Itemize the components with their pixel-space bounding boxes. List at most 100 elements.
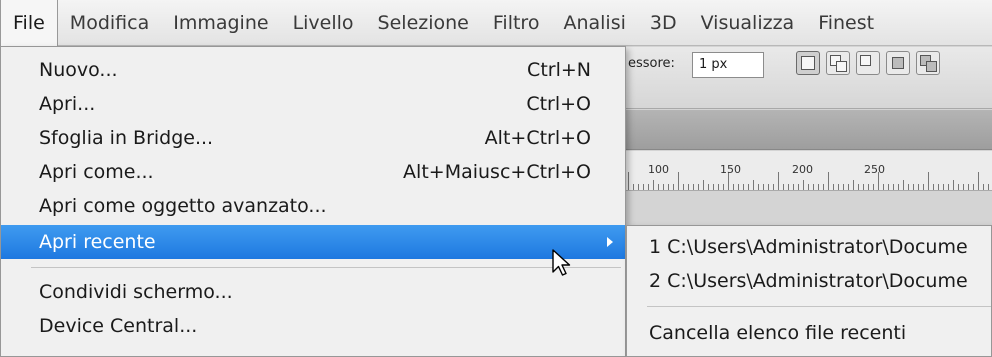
ruler-tick (683, 184, 684, 190)
mouse-pointer-icon (552, 249, 571, 276)
menu-item-label: Sfoglia in Bridge... (39, 127, 214, 149)
stroke-width-input[interactable]: 1 px (692, 52, 764, 78)
menu-item-apri-recente[interactable]: Apri recente (1, 225, 625, 259)
menu-file[interactable]: File (0, 0, 58, 46)
recent-file-label: 1 C:\Users\Administrator\Docume (649, 236, 968, 258)
menu-item-shortcut: Alt+Ctrl+O (484, 127, 591, 149)
menu-visualizza[interactable]: Visualizza (689, 0, 807, 46)
file-menu: Nuovo... Ctrl+N Apri... Ctrl+O Sfoglia i… (0, 46, 626, 357)
menu-item-label: Device Central... (39, 315, 198, 337)
ruler-tick (928, 172, 929, 190)
menu-item-apri[interactable]: Apri... Ctrl+O (1, 87, 625, 121)
ruler-tick (633, 184, 634, 190)
ruler-tick (863, 184, 864, 190)
menu-separator (647, 306, 991, 307)
ruler-tick (763, 184, 764, 190)
ruler-tick (643, 184, 644, 190)
menu-item-label: Apri recente (39, 231, 156, 253)
ruler-tick (738, 184, 739, 190)
ruler-tick (908, 184, 909, 190)
recent-files-submenu: 1 C:\Users\Administrator\Docume 2 C:\Use… (626, 225, 992, 357)
ruler-tick (678, 172, 679, 190)
ruler-tick (923, 184, 924, 190)
menu-filtro[interactable]: Filtro (481, 0, 552, 46)
menu-3d[interactable]: 3D (638, 0, 689, 46)
ruler-tick (658, 184, 659, 190)
ruler-tick (913, 184, 914, 190)
ruler-tick (723, 184, 724, 190)
menu-item-shortcut: Alt+Maiusc+Ctrl+O (403, 161, 591, 183)
ruler-label: 150 (720, 163, 741, 176)
menu-livello[interactable]: Livello (281, 0, 366, 46)
ruler-tick (733, 184, 734, 190)
ruler-tick (778, 172, 779, 190)
ruler-tick (973, 184, 974, 190)
ruler-tick (753, 180, 754, 190)
menu-finestra[interactable]: Finest (806, 0, 886, 46)
ruler-tick (788, 184, 789, 190)
ruler-tick (628, 172, 629, 190)
ruler-tick (653, 180, 654, 190)
ruler-tick (918, 184, 919, 190)
ruler-tick (773, 184, 774, 190)
ruler-tick (903, 180, 904, 190)
menu-selezione[interactable]: Selezione (366, 0, 481, 46)
add-to-shape-icon[interactable] (826, 51, 850, 75)
ruler-tick (843, 184, 844, 190)
ruler-tick (718, 184, 719, 190)
ruler-tick (808, 184, 809, 190)
ruler-tick (713, 184, 714, 190)
ruler-tick (853, 180, 854, 190)
ruler-tick (848, 184, 849, 190)
menu-item-label: Apri... (39, 93, 96, 115)
submenu-arrow-icon (607, 237, 613, 247)
ruler-tick (873, 184, 874, 190)
ruler-tick (793, 184, 794, 190)
intersect-shape-icon[interactable] (886, 51, 910, 75)
recent-file-item[interactable]: 2 C:\Users\Administrator\Docume (627, 264, 991, 298)
menu-item-apri-come[interactable]: Apri come... Alt+Maiusc+Ctrl+O (1, 155, 625, 189)
ruler-label: 200 (792, 163, 813, 176)
ruler-tick (743, 184, 744, 190)
ruler-tick (693, 184, 694, 190)
clear-recent-label: Cancella elenco file recenti (649, 322, 907, 344)
ruler-tick (798, 184, 799, 190)
ruler-tick (983, 184, 984, 190)
exclude-shape-icon[interactable] (916, 51, 940, 75)
ruler-tick (888, 184, 889, 190)
clear-recent-files-item[interactable]: Cancella elenco file recenti (627, 316, 991, 350)
ruler-label: 100 (648, 163, 669, 176)
ruler-tick (868, 184, 869, 190)
ruler-tick (938, 184, 939, 190)
ruler-tick (838, 184, 839, 190)
menu-modifica[interactable]: Modifica (58, 0, 161, 46)
ruler-tick (858, 184, 859, 190)
menu-item-apri-come-oggetto-avanzato[interactable]: Apri come oggetto avanzato... (1, 189, 625, 223)
new-shape-layer-icon[interactable] (796, 51, 820, 75)
menu-item-device-central[interactable]: Device Central... (1, 309, 625, 343)
ruler-tick (823, 184, 824, 190)
menu-item-label: Apri come oggetto avanzato... (39, 195, 327, 217)
menu-item-nuovo[interactable]: Nuovo... Ctrl+N (1, 53, 625, 87)
menu-immagine[interactable]: Immagine (161, 0, 280, 46)
ruler-tick (783, 184, 784, 190)
ruler-tick (803, 180, 804, 190)
ruler-tick (833, 184, 834, 190)
menu-analisi[interactable]: Analisi (551, 0, 637, 46)
ruler-label: 250 (864, 163, 885, 176)
ruler-tick (948, 184, 949, 190)
menu-item-shortcut: Ctrl+O (526, 93, 591, 115)
subtract-shape-icon[interactable] (856, 51, 880, 75)
menu-item-condividi-schermo[interactable]: Condividi schermo... (1, 275, 625, 309)
ruler-tick (933, 184, 934, 190)
ruler-tick (663, 184, 664, 190)
ruler-tick (883, 184, 884, 190)
recent-file-item[interactable]: 1 C:\Users\Administrator\Docume (627, 230, 991, 264)
menu-item-sfoglia-in-bridge[interactable]: Sfoglia in Bridge... Alt+Ctrl+O (1, 121, 625, 155)
ruler-tick (703, 180, 704, 190)
ruler-tick (988, 184, 989, 190)
ruler-tick (638, 184, 639, 190)
ruler-tick (648, 184, 649, 190)
ruler-tick (828, 172, 829, 190)
ruler-tick (673, 184, 674, 190)
